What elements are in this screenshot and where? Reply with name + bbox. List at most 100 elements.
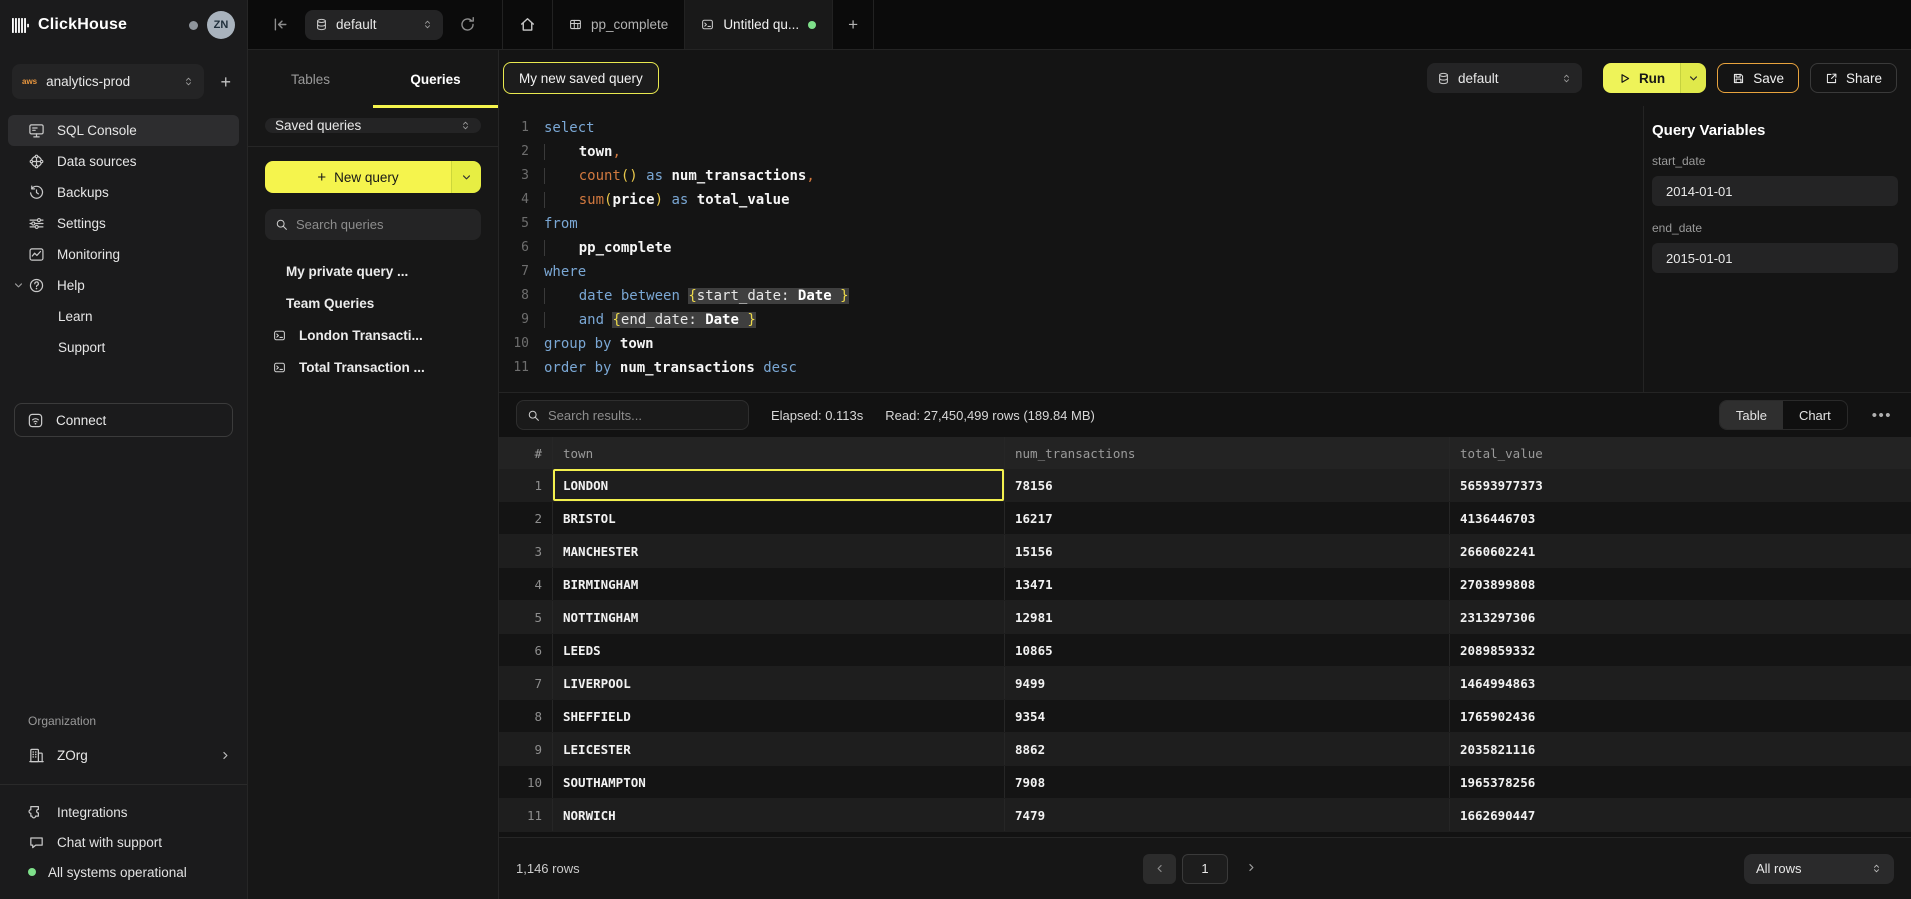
refresh-icon[interactable] [459, 16, 476, 33]
cell-num-transactions[interactable]: 78156 [1005, 469, 1450, 501]
service-selector[interactable]: aws analytics-prod [12, 64, 204, 99]
code-area[interactable]: select town, count() as num_transactions… [544, 116, 1643, 380]
code-line[interactable]: order by num_transactions desc [544, 356, 1643, 380]
code-line[interactable]: group by town [544, 332, 1643, 356]
table-row[interactable]: 5NOTTINGHAM129812313297306 [499, 601, 1911, 634]
next-page-button[interactable] [1246, 861, 1257, 876]
cell-num-transactions[interactable]: 7479 [1005, 799, 1450, 831]
column-header-total-value[interactable]: total_value [1450, 437, 1911, 469]
table-row[interactable]: 3MANCHESTER151562660602241 [499, 535, 1911, 568]
search-results-input[interactable] [548, 408, 738, 423]
tab-tables[interactable]: Tables [248, 50, 373, 108]
cell-town[interactable]: SHEFFIELD [553, 700, 1005, 732]
cell-town[interactable]: NORWICH [553, 799, 1005, 831]
table-row[interactable]: 6LEEDS108652089859332 [499, 634, 1911, 667]
cell-total-value[interactable]: 1765902436 [1450, 700, 1911, 732]
organization-item[interactable]: ZOrg [0, 740, 247, 770]
column-header-town[interactable]: town [553, 437, 1005, 469]
code-line[interactable]: count() as num_transactions, [544, 164, 1643, 188]
new-tab-button[interactable]: + [833, 0, 874, 49]
cell-num-transactions[interactable]: 13471 [1005, 568, 1450, 600]
sidebar-item-monitoring[interactable]: Monitoring [8, 239, 239, 270]
cell-num-transactions[interactable]: 8862 [1005, 733, 1450, 765]
table-row[interactable]: 1LONDON7815656593977373 [499, 469, 1911, 502]
sidebar-item-backups[interactable]: Backups [8, 177, 239, 208]
table-row[interactable]: 2BRISTOL162174136446703 [499, 502, 1911, 535]
cell-town[interactable]: LONDON [553, 469, 1005, 501]
cell-total-value[interactable]: 2703899808 [1450, 568, 1911, 600]
footer-item-integrations[interactable]: Integrations [0, 797, 247, 827]
cell-total-value[interactable]: 1965378256 [1450, 766, 1911, 798]
tab-pp-complete[interactable]: pp_complete [553, 0, 685, 49]
table-row[interactable]: 10SOUTHAMPTON79081965378256 [499, 766, 1911, 799]
table-row[interactable]: 8SHEFFIELD93541765902436 [499, 700, 1911, 733]
add-service-button[interactable]: + [216, 73, 235, 91]
database-selector[interactable]: default [305, 10, 443, 40]
cell-total-value[interactable]: 2313297306 [1450, 601, 1911, 633]
table-row[interactable]: 9LEICESTER88622035821116 [499, 733, 1911, 766]
cell-total-value[interactable]: 2035821116 [1450, 733, 1911, 765]
cell-num-transactions[interactable]: 10865 [1005, 634, 1450, 666]
cell-town[interactable]: LEEDS [553, 634, 1005, 666]
code-line[interactable]: town, [544, 140, 1643, 164]
previous-page-button[interactable] [1143, 854, 1176, 884]
saved-queries-selector[interactable]: Saved queries [265, 118, 481, 133]
new-query-dropdown[interactable] [451, 161, 481, 193]
save-button[interactable]: Save [1717, 63, 1799, 93]
cell-num-transactions[interactable]: 9354 [1005, 700, 1450, 732]
code-line[interactable]: select [544, 116, 1643, 140]
cell-town[interactable]: BIRMINGHAM [553, 568, 1005, 600]
variable-input-end-date[interactable]: 2015-01-01 [1652, 243, 1898, 273]
cell-town[interactable]: MANCHESTER [553, 535, 1005, 567]
sidebar-item-support[interactable]: Support [8, 332, 239, 363]
sidebar-item-help[interactable]: Help [8, 270, 239, 301]
table-row[interactable]: 11NORWICH74791662690447 [499, 799, 1911, 832]
share-button[interactable]: Share [1810, 63, 1897, 93]
cell-town[interactable]: BRISTOL [553, 502, 1005, 534]
saved-query-item-london-transacti[interactable]: London Transacti... [265, 319, 481, 351]
sidebar-item-settings[interactable]: Settings [8, 208, 239, 239]
footer-item-chat-with-support[interactable]: Chat with support [0, 827, 247, 857]
table-row[interactable]: 7LIVERPOOL94991464994863 [499, 667, 1911, 700]
column-header-index[interactable]: # [499, 437, 553, 469]
cell-total-value[interactable]: 1662690447 [1450, 799, 1911, 831]
sidebar-item-data-sources[interactable]: Data sources [8, 146, 239, 177]
cell-num-transactions[interactable]: 15156 [1005, 535, 1450, 567]
cell-num-transactions[interactable]: 16217 [1005, 502, 1450, 534]
sidebar-item-sql-console[interactable]: SQL Console [8, 115, 239, 146]
user-avatar[interactable]: ZN [207, 11, 235, 39]
code-line[interactable]: where [544, 260, 1643, 284]
code-line[interactable]: and {end_date: Date } [544, 308, 1643, 332]
page-number-input[interactable]: 1 [1182, 854, 1228, 884]
sql-editor[interactable]: 1234567891011 select town, count() as nu… [499, 106, 1643, 392]
saved-query-item-team-queries[interactable]: Team Queries [265, 287, 481, 319]
saved-query-item-my-private-query[interactable]: My private query ... [265, 255, 481, 287]
cell-town[interactable]: LEICESTER [553, 733, 1005, 765]
cell-town[interactable]: SOUTHAMPTON [553, 766, 1005, 798]
column-header-num-transactions[interactable]: num_transactions [1005, 437, 1450, 469]
cell-total-value[interactable]: 2089859332 [1450, 634, 1911, 666]
code-line[interactable]: pp_complete [544, 236, 1643, 260]
more-options-icon[interactable]: ••• [1870, 407, 1894, 424]
connect-button[interactable]: Connect [14, 403, 233, 437]
cell-total-value[interactable]: 2660602241 [1450, 535, 1911, 567]
cell-town[interactable]: LIVERPOOL [553, 667, 1005, 699]
search-queries-input[interactable] [296, 217, 472, 232]
sidebar-item-learn[interactable]: Learn [8, 301, 239, 332]
run-database-selector[interactable]: default [1427, 63, 1582, 93]
cell-town[interactable]: NOTTINGHAM [553, 601, 1005, 633]
cell-total-value[interactable]: 4136446703 [1450, 502, 1911, 534]
code-line[interactable]: sum(price) as total_value [544, 188, 1643, 212]
run-options-dropdown[interactable] [1680, 63, 1706, 93]
code-line[interactable]: date between {start_date: Date } [544, 284, 1643, 308]
new-query-button[interactable]: + New query [265, 161, 481, 193]
variable-input-start-date[interactable]: 2014-01-01 [1652, 176, 1898, 206]
cell-num-transactions[interactable]: 9499 [1005, 667, 1450, 699]
cell-total-value[interactable]: 56593977373 [1450, 469, 1911, 501]
saved-query-item-total-transaction[interactable]: Total Transaction ... [265, 351, 481, 383]
cell-num-transactions[interactable]: 7908 [1005, 766, 1450, 798]
code-line[interactable]: from [544, 212, 1643, 236]
cell-num-transactions[interactable]: 12981 [1005, 601, 1450, 633]
tab-queries[interactable]: Queries [373, 50, 498, 108]
footer-item-all-systems-operational[interactable]: All systems operational [0, 857, 247, 887]
